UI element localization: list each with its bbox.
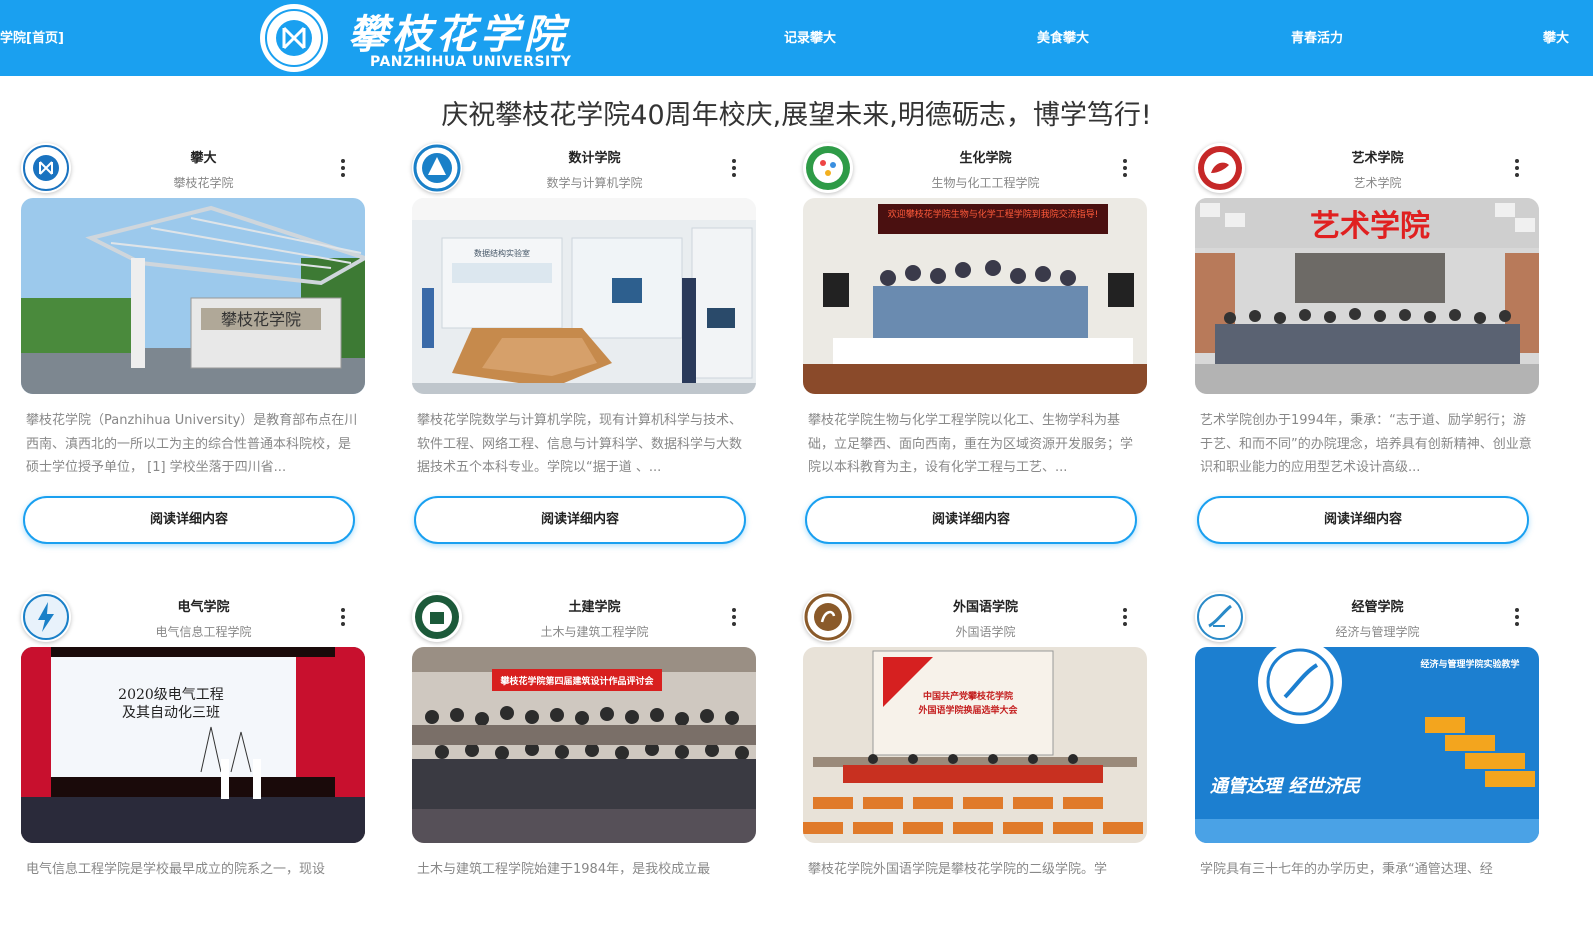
card-title: 电气学院 (177, 600, 230, 615)
card-description: 攀枝花学院数学与计算机学院，现有计算机科学与技术、软件工程、网络工程、信息与计算… (417, 413, 743, 475)
math-cs-emblem-icon (413, 144, 461, 192)
photo-sign-text: 数据结构实验室 (474, 248, 530, 258)
nav-link-food[interactable]: 美食攀大 (1037, 27, 1089, 46)
nav-link-youth[interactable]: 青春活力 (1291, 27, 1343, 46)
top-nav-bar: 学院[首页] 攀枝花学院 PANZHIHUA UNIVERSITY 记录攀大 美… (0, 0, 1593, 76)
avatar (803, 143, 853, 193)
card-title: 生化学院 (959, 151, 1012, 166)
bio-chem-emblem-icon (806, 146, 850, 190)
more-options-icon[interactable] (1121, 608, 1129, 628)
nav-link-records[interactable]: 记录攀大 (784, 27, 836, 46)
card-subtitle: 外国语学院 (955, 625, 1016, 639)
card-title: 攀大 (190, 151, 217, 166)
nav-link-pzhu[interactable]: 攀大 (1543, 27, 1569, 46)
read-more-button[interactable]: 阅读详细内容 (23, 496, 355, 544)
photo-screen-text-1: 中国共产党攀枝花学院 (923, 690, 1013, 702)
photo-screen-text-2: 外国语学院换届选举大会 (917, 704, 1018, 716)
more-options-icon[interactable] (730, 159, 738, 179)
pzhu-emblem-icon (23, 145, 69, 191)
brand-block: 攀枝花学院 PANZHIHUA UNIVERSITY (348, 0, 608, 76)
card-photo[interactable]: 欢迎攀枝花学院生物与化学工程学院到我院交流指导! (803, 198, 1147, 394)
card-subtitle: 艺术学院 (1353, 176, 1402, 190)
university-logo[interactable] (254, 2, 334, 74)
card-photo[interactable]: 攀枝花学院 (21, 198, 365, 394)
card-description: 攀枝花学院外国语学院是攀枝花学院的二级学院。学 (808, 862, 1108, 877)
avatar (803, 592, 853, 642)
card-description: 电气信息工程学院是学校最早成立的院系之一，现设 (26, 862, 326, 877)
foreign-lang-emblem-icon (804, 593, 852, 641)
card-subtitle: 生物与化工工程学院 (931, 176, 1040, 190)
art-emblem-icon (1198, 146, 1242, 190)
photo-banner-text: 欢迎攀枝花学院生物与化学工程学院到我院交流指导! (888, 208, 1099, 220)
card-subtitle: 经济与管理学院 (1335, 625, 1420, 639)
read-more-button[interactable]: 阅读详细内容 (1197, 496, 1529, 544)
card-subtitle: 电气信息工程学院 (155, 625, 252, 639)
avatar (412, 143, 462, 193)
card-description: 艺术学院创办于1994年，秉承：“志于道、励学躬行；游于艺、和而不同”的办院理念… (1200, 413, 1532, 475)
read-more-button[interactable]: 阅读详细内容 (414, 496, 746, 544)
nav-home-link[interactable]: 学院[首页] (0, 27, 64, 46)
page-headline: 庆祝攀枝花学院40周年校庆,展望未来,明德砺志，博学笃行! (441, 100, 1152, 131)
read-more-button[interactable]: 阅读详细内容 (805, 496, 1137, 544)
more-options-icon[interactable] (339, 159, 347, 179)
card-photo[interactable]: 数据结构实验室 (412, 198, 756, 394)
more-options-icon[interactable] (1121, 159, 1129, 179)
photo-sign-text: 攀枝花学院 (221, 310, 301, 329)
photo-sign-text: 艺术学院 (1310, 209, 1430, 244)
card-description: 学院具有三十七年的办学历史，秉承“通管达理、经 (1200, 862, 1493, 877)
more-options-icon[interactable] (1513, 608, 1521, 628)
photo-screen-text-1: 2020级电气工程 (118, 687, 224, 703)
brand-name-en: PANZHIHUA UNIVERSITY (370, 54, 572, 70)
card-title: 艺术学院 (1351, 151, 1404, 166)
photo-banner-text: 攀枝花学院第四届建筑设计作品评讨会 (499, 675, 654, 687)
card-subtitle: 攀枝花学院 (173, 176, 234, 190)
card-title: 数计学院 (568, 151, 621, 166)
photo-screen-text-2: 及其自动化三班 (122, 705, 220, 721)
electrical-emblem-icon (23, 594, 69, 640)
card-photo[interactable]: 攀枝花学院第四届建筑设计作品评讨会 (412, 647, 756, 843)
civil-emblem-icon (415, 595, 459, 639)
card-title: 外国语学院 (952, 600, 1018, 615)
avatar (412, 592, 462, 642)
photo-sign-text-1: 经济与管理学院实验教学 (1420, 658, 1519, 670)
card-photo[interactable]: 艺术学院 (1195, 198, 1539, 394)
card-title: 经管学院 (1351, 600, 1404, 615)
avatar (1195, 143, 1245, 193)
card-description: 攀枝花学院生物与化学工程学院以化工、生物学科为基础，立足攀西、面向西南，重在为区… (808, 413, 1134, 475)
card-photo[interactable]: 经济与管理学院实验教学 通管达理 经世济民 (1195, 647, 1539, 843)
card-photo[interactable]: 2020级电气工程 及其自动化三班 (21, 647, 365, 843)
card-photo[interactable]: 中国共产党攀枝花学院 外国语学院换届选举大会 (803, 647, 1147, 843)
avatar (21, 143, 71, 193)
card-description: 土木与建筑工程学院始建于1984年，是我校成立最 (417, 862, 711, 877)
more-options-icon[interactable] (1513, 159, 1521, 179)
economics-emblem-icon (1197, 594, 1243, 640)
card-description: 攀枝花学院（Panzhihua University）是教育部布点在川西南、滇西… (26, 413, 358, 475)
brand-name-cn: 攀枝花学院 (348, 11, 568, 58)
card-subtitle: 土木与建筑工程学院 (540, 625, 649, 639)
card-title: 土建学院 (568, 600, 621, 615)
more-options-icon[interactable] (339, 608, 347, 628)
avatar (21, 592, 71, 642)
photo-sign-text-2: 通管达理 经世济民 (1210, 776, 1361, 797)
more-options-icon[interactable] (730, 608, 738, 628)
card-subtitle: 数学与计算机学院 (546, 176, 643, 190)
avatar (1195, 592, 1245, 642)
